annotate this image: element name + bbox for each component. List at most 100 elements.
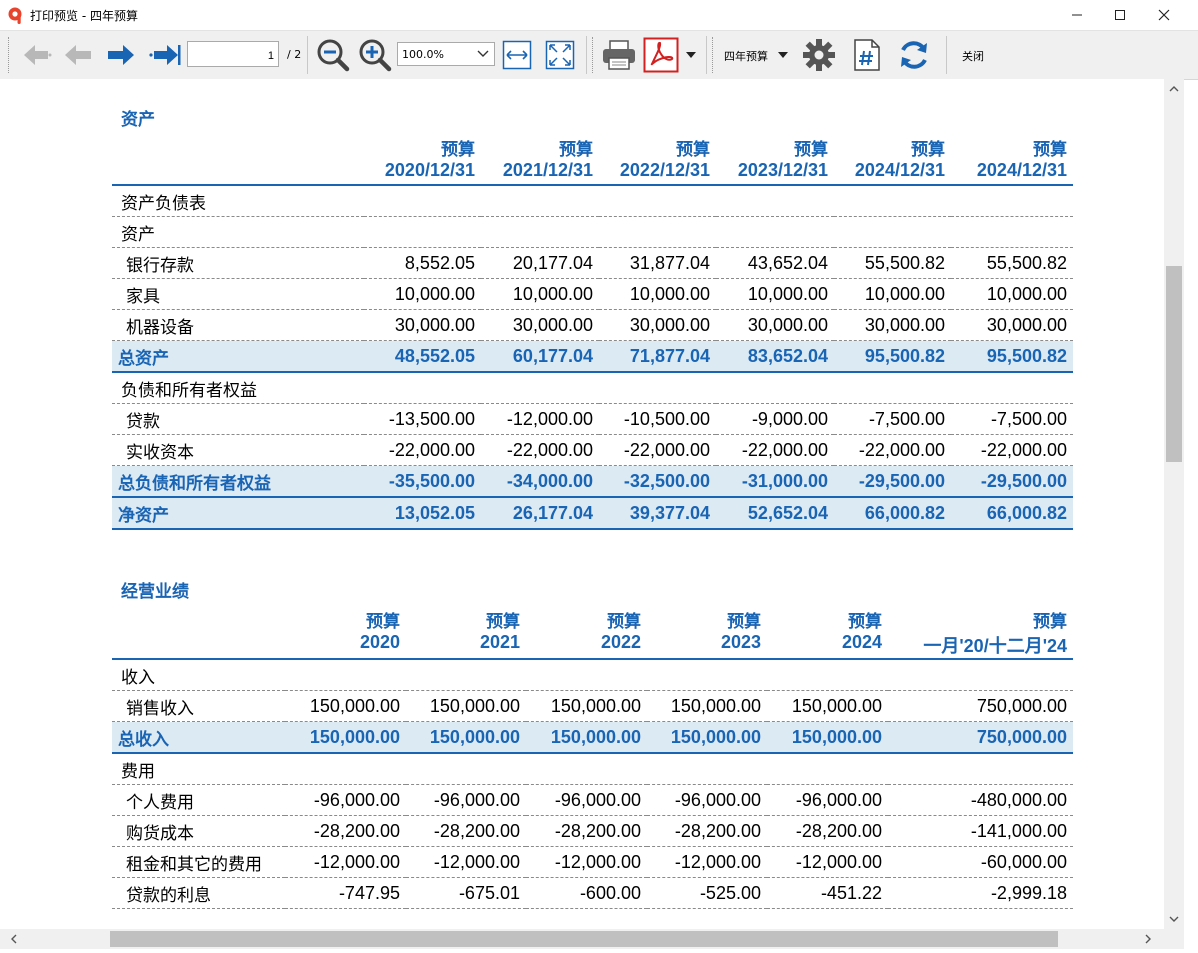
first-page-button[interactable] bbox=[19, 31, 53, 79]
settings-button[interactable] bbox=[800, 31, 838, 79]
value-cell: -13,500.00 bbox=[364, 403, 481, 435]
value-cell: -29,500.00 bbox=[951, 465, 1073, 498]
scroll-up-button[interactable] bbox=[1164, 79, 1184, 99]
vertical-scroll-thumb[interactable] bbox=[1166, 266, 1182, 462]
zoom-out-button[interactable] bbox=[314, 31, 352, 79]
value-cell: -22,000.00 bbox=[951, 434, 1073, 466]
value-cell: -28,200.00 bbox=[285, 815, 406, 847]
value-cell: 30,000.00 bbox=[481, 309, 599, 341]
value-cell: 10,000.00 bbox=[716, 278, 834, 310]
toolbar-separator bbox=[706, 36, 707, 74]
balance-sheet-table: 预算 预算 预算 预算 预算 预算 2020/12/31 2021/12/31 2022/12/… bbox=[112, 135, 1073, 530]
scrollbar-corner bbox=[1164, 929, 1184, 949]
scroll-down-button[interactable] bbox=[1164, 909, 1184, 929]
table-row: 购货成本 -28,200.00 -28,200.00 -28,200.00 -28,20… bbox=[112, 815, 1073, 847]
horizontal-scrollbar[interactable] bbox=[0, 929, 1164, 949]
header-period-label: 2022 bbox=[526, 632, 647, 660]
zoom-value: 100.0% bbox=[402, 48, 444, 61]
income-section-title: 经营业绩 bbox=[121, 582, 189, 602]
maximize-button[interactable] bbox=[1097, 0, 1143, 30]
value-cell: -12,000.00 bbox=[647, 846, 767, 878]
pdf-options-dropdown[interactable] bbox=[682, 31, 700, 79]
report-select-dropdown[interactable] bbox=[774, 31, 792, 79]
zoom-out-icon bbox=[317, 39, 350, 72]
value-cell: 150,000.00 bbox=[406, 721, 526, 754]
value-cell bbox=[716, 216, 834, 248]
print-button[interactable] bbox=[600, 31, 638, 79]
page-number-input[interactable] bbox=[187, 41, 279, 67]
caret-down-icon bbox=[686, 52, 696, 58]
value-cell bbox=[647, 659, 767, 691]
refresh-button[interactable] bbox=[894, 31, 934, 79]
total-row: 总资产 48,552.05 60,177.04 71,877.04 83,652.04 9… bbox=[112, 340, 1073, 373]
group-row: 费用 bbox=[112, 753, 1073, 785]
value-cell: -480,000.00 bbox=[888, 784, 1073, 816]
previous-page-button[interactable] bbox=[61, 31, 95, 79]
header-blank bbox=[112, 632, 285, 660]
value-cell: -12,000.00 bbox=[285, 846, 406, 878]
value-cell: 150,000.00 bbox=[647, 690, 767, 722]
value-cell: 83,652.04 bbox=[716, 340, 834, 373]
table-header-row: 2020 2021 2022 2023 2024 一月'20/十二月'24 bbox=[112, 632, 1073, 660]
value-cell bbox=[834, 216, 951, 248]
header-budget-label: 预算 bbox=[1033, 140, 1067, 160]
vertical-scrollbar[interactable] bbox=[1164, 79, 1184, 929]
horizontal-scroll-thumb[interactable] bbox=[110, 931, 1058, 947]
page-number-icon bbox=[854, 39, 880, 71]
value-cell bbox=[951, 216, 1073, 248]
value-cell: -34,000.00 bbox=[481, 465, 599, 498]
row-label: 贷款 bbox=[112, 403, 364, 435]
value-cell: 55,500.82 bbox=[951, 247, 1073, 279]
value-cell: 71,877.04 bbox=[599, 340, 716, 373]
page-number-button[interactable] bbox=[850, 31, 884, 79]
value-cell: -28,200.00 bbox=[767, 815, 888, 847]
header-blank bbox=[112, 135, 364, 160]
header-period-label: 2021 bbox=[406, 632, 526, 660]
next-page-button[interactable] bbox=[104, 31, 138, 79]
export-pdf-button[interactable] bbox=[642, 31, 680, 79]
value-cell: 43,652.04 bbox=[716, 247, 834, 279]
balance-section-title: 资产 bbox=[121, 110, 155, 130]
value-cell: 26,177.04 bbox=[481, 497, 599, 530]
toolbar-separator bbox=[946, 36, 947, 74]
row-label: 销售收入 bbox=[112, 690, 285, 722]
toolbar: / 2 100.0% bbox=[0, 30, 1198, 80]
table-header-row: 预算 预算 预算 预算 预算 预算 bbox=[112, 135, 1073, 160]
value-cell: -12,000.00 bbox=[526, 846, 647, 878]
fit-page-button[interactable] bbox=[543, 31, 577, 79]
value-cell: 8,552.05 bbox=[364, 247, 481, 279]
value-cell: 10,000.00 bbox=[481, 278, 599, 310]
value-cell: -12,000.00 bbox=[767, 846, 888, 878]
group-row: 资产 bbox=[112, 216, 1073, 248]
scroll-left-button[interactable] bbox=[4, 929, 24, 949]
value-cell: 150,000.00 bbox=[526, 721, 647, 754]
zoom-in-button[interactable] bbox=[356, 31, 394, 79]
header-period-label: 2024 bbox=[767, 632, 888, 660]
preview-page: 资产 预算 预算 预算 预算 预算 预算 2020/12/31 2021/12/31 2022/… bbox=[0, 79, 1164, 929]
last-page-button[interactable] bbox=[147, 31, 183, 79]
value-cell bbox=[834, 372, 951, 404]
value-cell: -96,000.00 bbox=[285, 784, 406, 816]
value-cell: -96,000.00 bbox=[767, 784, 888, 816]
value-cell: -22,000.00 bbox=[716, 434, 834, 466]
value-cell: 39,377.04 bbox=[599, 497, 716, 530]
header-period-label: 2023 bbox=[647, 632, 767, 660]
last-page-icon bbox=[149, 45, 181, 65]
scroll-right-button[interactable] bbox=[1138, 929, 1158, 949]
close-window-button[interactable] bbox=[1141, 0, 1187, 30]
zoom-select[interactable]: 100.0% bbox=[397, 42, 495, 66]
minimize-button[interactable] bbox=[1054, 0, 1100, 30]
header-period-label: 2020/12/31 bbox=[364, 160, 481, 186]
header-budget-label: 预算 bbox=[559, 140, 593, 160]
row-label: 负债和所有者权益 bbox=[112, 372, 364, 404]
value-cell: 66,000.82 bbox=[951, 497, 1073, 530]
title-bar: 打印预览 - 四年预算 bbox=[0, 0, 1198, 30]
fit-width-button[interactable] bbox=[500, 31, 534, 79]
report-select-label[interactable]: 四年预算 bbox=[724, 48, 768, 64]
maximize-icon bbox=[1115, 10, 1125, 20]
close-preview-button[interactable]: 关闭 bbox=[962, 48, 984, 64]
row-label: 收入 bbox=[112, 659, 285, 691]
value-cell: -96,000.00 bbox=[406, 784, 526, 816]
value-cell: -28,200.00 bbox=[406, 815, 526, 847]
refresh-icon bbox=[901, 41, 927, 69]
